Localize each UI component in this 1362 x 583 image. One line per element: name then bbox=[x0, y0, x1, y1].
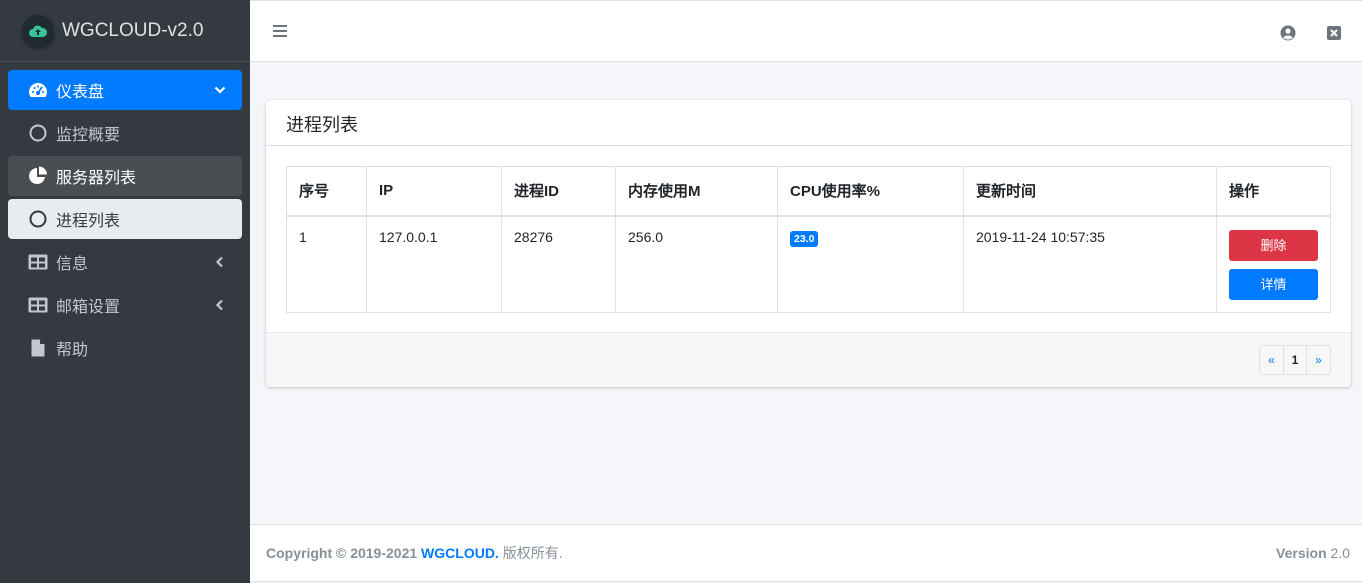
hamburger-menu-icon[interactable] bbox=[272, 23, 290, 41]
rights-text: 版权所有. bbox=[502, 545, 563, 561]
column-header-ip: IP bbox=[366, 166, 502, 217]
cell-pid: 28276 bbox=[501, 215, 616, 313]
sidebar-item-label: 服务器列表 bbox=[56, 170, 137, 187]
column-header-updated: 更新时间 bbox=[963, 166, 1217, 217]
pagination: « 1 » bbox=[1259, 345, 1331, 375]
pagination-next[interactable]: » bbox=[1307, 346, 1330, 374]
chevron-left-icon bbox=[212, 254, 228, 270]
table-icon bbox=[28, 252, 48, 272]
sidebar-item-label: 仪表盘 bbox=[56, 84, 105, 101]
column-header-cpu: CPU使用率% bbox=[777, 166, 964, 217]
detail-button[interactable]: 详情 bbox=[1229, 268, 1318, 300]
cloud-logo-icon bbox=[22, 14, 54, 47]
footer-brand-link[interactable]: WGCLOUD. bbox=[421, 545, 499, 561]
cell-updated: 2019-11-24 10:57:35 bbox=[963, 215, 1217, 313]
brand-name: WGCLOUD-v2.0 bbox=[62, 19, 204, 41]
sidebar-item-help[interactable]: 帮助 bbox=[8, 328, 242, 368]
sidebar-item-processes[interactable]: 进程列表 bbox=[8, 199, 242, 239]
sidebar: WGCLOUD-v2.0 仪表盘 监控概要 服务器列表 进程列表 信息 邮箱设置… bbox=[0, 0, 250, 583]
cpu-badge: 23.0 bbox=[790, 230, 819, 247]
dashboard-icon bbox=[28, 80, 48, 100]
chevron-left-icon bbox=[212, 297, 228, 313]
process-table: 序号 IP 进程ID 内存使用M CPU使用率% 更新时间 操作 1 127.0… bbox=[286, 166, 1331, 313]
cell-memory: 256.0 bbox=[615, 215, 778, 313]
sidebar-item-info[interactable]: 信息 bbox=[8, 242, 242, 282]
sidebar-item-label: 帮助 bbox=[56, 342, 89, 359]
pie-chart-icon bbox=[28, 166, 48, 186]
sidebar-item-label: 进程列表 bbox=[56, 213, 121, 230]
user-icon[interactable] bbox=[1280, 25, 1296, 41]
version-label: Version bbox=[1276, 545, 1327, 561]
sidebar-item-overview[interactable]: 监控概要 bbox=[8, 113, 242, 153]
column-header-memory: 内存使用M bbox=[615, 166, 778, 217]
table-icon bbox=[28, 295, 48, 315]
column-header-index: 序号 bbox=[286, 166, 367, 217]
sidebar-item-label: 监控概要 bbox=[56, 127, 121, 144]
version-info: Version 2.0 bbox=[1276, 545, 1350, 561]
card-title: 进程列表 bbox=[266, 100, 1351, 146]
cell-actions: 删除 详情 bbox=[1216, 215, 1331, 313]
version-number: 2.0 bbox=[1330, 545, 1350, 561]
sidebar-item-label: 信息 bbox=[56, 256, 89, 273]
column-header-actions: 操作 bbox=[1216, 166, 1331, 217]
circle-icon bbox=[28, 209, 48, 229]
delete-button[interactable]: 删除 bbox=[1229, 229, 1318, 261]
page-footer: Copyright © 2019-2021 WGCLOUD. 版权所有. Ver… bbox=[250, 524, 1362, 582]
circle-icon bbox=[28, 123, 48, 143]
table-row: 1 127.0.0.1 28276 256.0 23.0 2019-11-24 … bbox=[286, 215, 1331, 313]
sidebar-item-servers[interactable]: 服务器列表 bbox=[8, 156, 242, 196]
column-header-pid: 进程ID bbox=[501, 166, 616, 217]
copyright-text: Copyright © 2019-2021 bbox=[266, 545, 418, 561]
pagination-page[interactable]: 1 bbox=[1283, 346, 1307, 374]
card-footer: « 1 » bbox=[266, 332, 1351, 387]
top-navbar bbox=[250, 0, 1362, 62]
file-icon bbox=[28, 338, 48, 358]
brand[interactable]: WGCLOUD-v2.0 bbox=[0, 0, 250, 62]
table-header-row: 序号 IP 进程ID 内存使用M CPU使用率% 更新时间 操作 bbox=[286, 166, 1331, 217]
cell-ip: 127.0.0.1 bbox=[366, 215, 502, 313]
copyright: Copyright © 2019-2021 WGCLOUD. 版权所有. bbox=[266, 543, 563, 563]
cell-index: 1 bbox=[286, 215, 367, 313]
sidebar-nav: 仪表盘 监控概要 服务器列表 进程列表 信息 邮箱设置 帮助 bbox=[0, 62, 250, 368]
cell-cpu: 23.0 bbox=[777, 215, 964, 313]
sidebar-item-mail-settings[interactable]: 邮箱设置 bbox=[8, 285, 242, 325]
sidebar-item-label: 邮箱设置 bbox=[56, 299, 121, 316]
process-list-card: 进程列表 序号 IP 进程ID 内存使用M CPU使用率% 更新时间 操作 1 … bbox=[266, 100, 1351, 387]
sidebar-item-dashboard[interactable]: 仪表盘 bbox=[8, 70, 242, 110]
chevron-down-icon bbox=[212, 82, 228, 98]
close-window-icon[interactable] bbox=[1326, 25, 1342, 41]
pagination-prev[interactable]: « bbox=[1260, 346, 1283, 374]
